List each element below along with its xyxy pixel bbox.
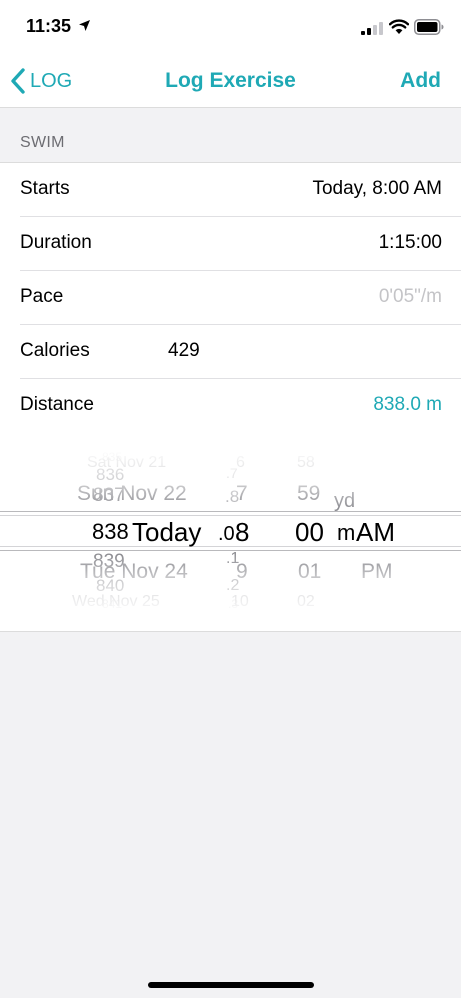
date-selected[interactable]: Today — [132, 517, 201, 548]
distance-whole-selected[interactable]: 838 — [92, 519, 129, 545]
hour-option[interactable]: 9 — [236, 560, 248, 584]
date-option[interactable]: Sun Nov 22 — [77, 482, 187, 506]
distance-unit-selected[interactable]: m — [337, 520, 355, 546]
pace-row[interactable]: Pace 0'05"/m — [0, 271, 461, 325]
calories-field[interactable]: 429 — [168, 340, 200, 362]
status-time: 11:35 — [26, 16, 72, 36]
battery-icon — [414, 19, 444, 35]
calories-row[interactable]: Calories 429 — [0, 325, 461, 379]
calories-label: Calories — [20, 340, 90, 361]
signal-icon — [361, 22, 383, 35]
status-bar: 11:35 — [0, 0, 461, 56]
minute-option[interactable]: 01 — [298, 560, 321, 584]
picker-wheels[interactable]: 835 836 837 838 839 840 841 .7 .8 .0 .1 … — [0, 447, 461, 617]
starts-row[interactable]: Starts Today, 8:00 AM — [0, 163, 461, 217]
minute-option[interactable]: 58 — [297, 454, 315, 472]
home-indicator[interactable] — [148, 982, 314, 988]
hour-option[interactable]: 6 — [236, 454, 245, 472]
add-button[interactable]: Add — [400, 69, 441, 93]
page-title: Log Exercise — [165, 69, 296, 92]
distance-label: Distance — [20, 394, 94, 415]
distance-row[interactable]: Distance 838.0 m — [0, 379, 461, 433]
date-option[interactable]: Wed Nov 25 — [72, 593, 160, 611]
hour-selected[interactable]: 8 — [235, 517, 249, 548]
date-option[interactable]: Tue Nov 24 — [80, 560, 188, 584]
distance-value[interactable]: 838.0 m — [373, 394, 442, 416]
distance-unit-option[interactable]: yd — [334, 490, 355, 513]
starts-value[interactable]: Today, 8:00 AM — [312, 178, 442, 200]
hour-option[interactable]: 7 — [236, 482, 248, 506]
date-option[interactable]: Sat Nov 21 — [87, 454, 166, 472]
minute-option[interactable]: 02 — [297, 593, 315, 611]
starts-label: Starts — [20, 178, 70, 199]
minute-selected[interactable]: 00 — [295, 517, 324, 548]
section-header: SWIM — [20, 134, 65, 151]
pace-label: Pace — [20, 286, 64, 307]
pace-field[interactable]: 0'05"/m — [379, 286, 442, 308]
location-arrow-icon — [79, 20, 90, 31]
ampm-option[interactable]: PM — [361, 560, 393, 584]
duration-label: Duration — [20, 232, 92, 253]
minute-option[interactable]: 59 — [297, 482, 320, 506]
hour-option[interactable]: 10 — [231, 593, 249, 611]
duration-value[interactable]: 1:15:00 — [379, 232, 442, 254]
wifi-icon — [389, 19, 409, 34]
ampm-selected[interactable]: AM — [356, 517, 395, 548]
nav-bar: LOG Log Exercise Add — [0, 56, 461, 108]
duration-row[interactable]: Duration 1:15:00 — [0, 217, 461, 271]
distance-decimal-selected[interactable]: .0 — [218, 523, 235, 546]
